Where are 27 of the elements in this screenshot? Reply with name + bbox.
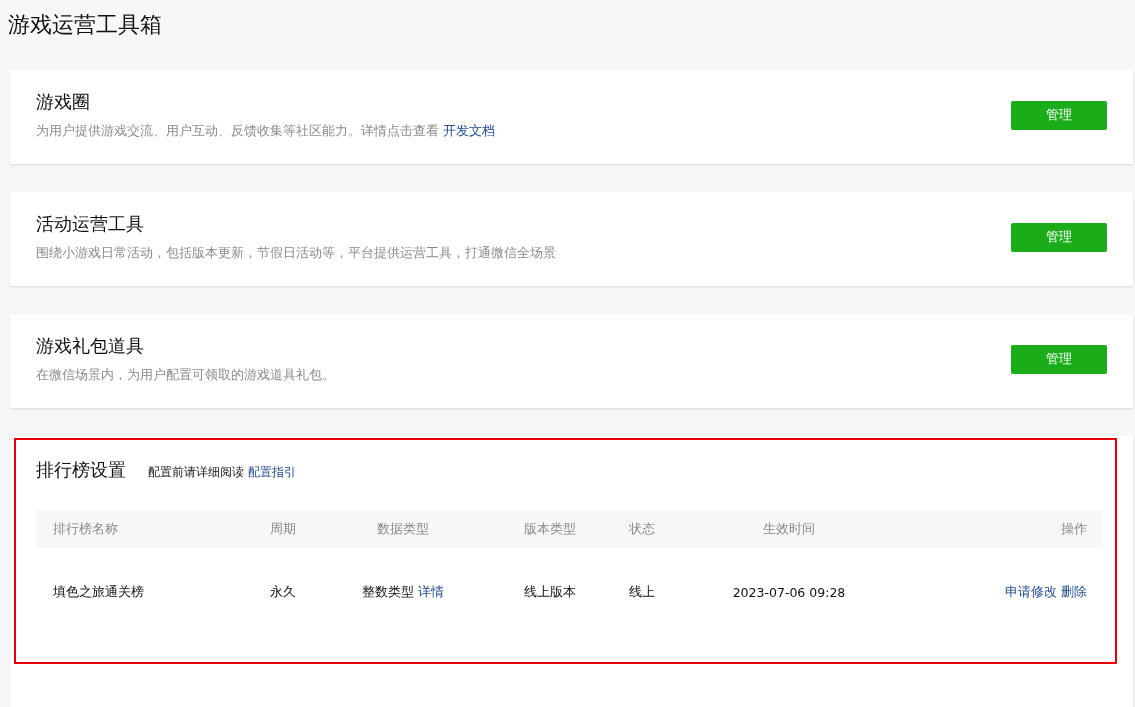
table-cell: 填色之旅通关榜 xyxy=(53,583,144,599)
details-link[interactable]: 详情 xyxy=(418,583,444,599)
action-link[interactable]: 申请修改 xyxy=(1005,583,1057,599)
table-cell: 线上 xyxy=(629,583,655,599)
guide-link[interactable]: 配置指引 xyxy=(247,465,296,479)
column-header: 排行榜名称 xyxy=(53,520,118,536)
card-title: 游戏圈 xyxy=(36,90,90,114)
card-description: 围绕小游戏日常活动，包括版本更新，节假日活动等，平台提供运营工具，打通微信全场景 xyxy=(36,245,556,262)
section-hint: 配置前请详细阅读 配置指引 xyxy=(148,464,296,481)
page-title: 游戏运营工具箱 xyxy=(8,11,162,39)
table-cell: 整数类型 xyxy=(362,583,414,599)
column-header: 生效时间 xyxy=(763,520,815,536)
table-cell: 2023-07-06 09:28 xyxy=(732,584,846,600)
docs-link[interactable]: 开发文档 xyxy=(443,123,495,138)
column-header: 版本类型 xyxy=(524,520,576,536)
table-cell: 线上版本 xyxy=(524,583,576,599)
card-description: 为用户提供游戏交流、用户互动、反馈收集等社区能力。详情点击查看 开发文档 xyxy=(36,123,495,140)
column-header: 状态 xyxy=(629,520,655,536)
section-title: 排行榜设置 xyxy=(36,458,126,482)
card-description: 在微信场景内，为用户配置可领取的游戏道具礼包。 xyxy=(36,367,335,384)
card-title: 游戏礼包道具 xyxy=(36,334,144,358)
column-header: 数据类型 xyxy=(377,520,429,536)
card-title: 活动运营工具 xyxy=(36,212,144,236)
action-link[interactable]: 删除 xyxy=(1061,583,1087,599)
table-cell: 永久 xyxy=(270,583,296,599)
column-header: 周期 xyxy=(270,520,296,536)
column-header: 操作 xyxy=(1061,520,1087,536)
